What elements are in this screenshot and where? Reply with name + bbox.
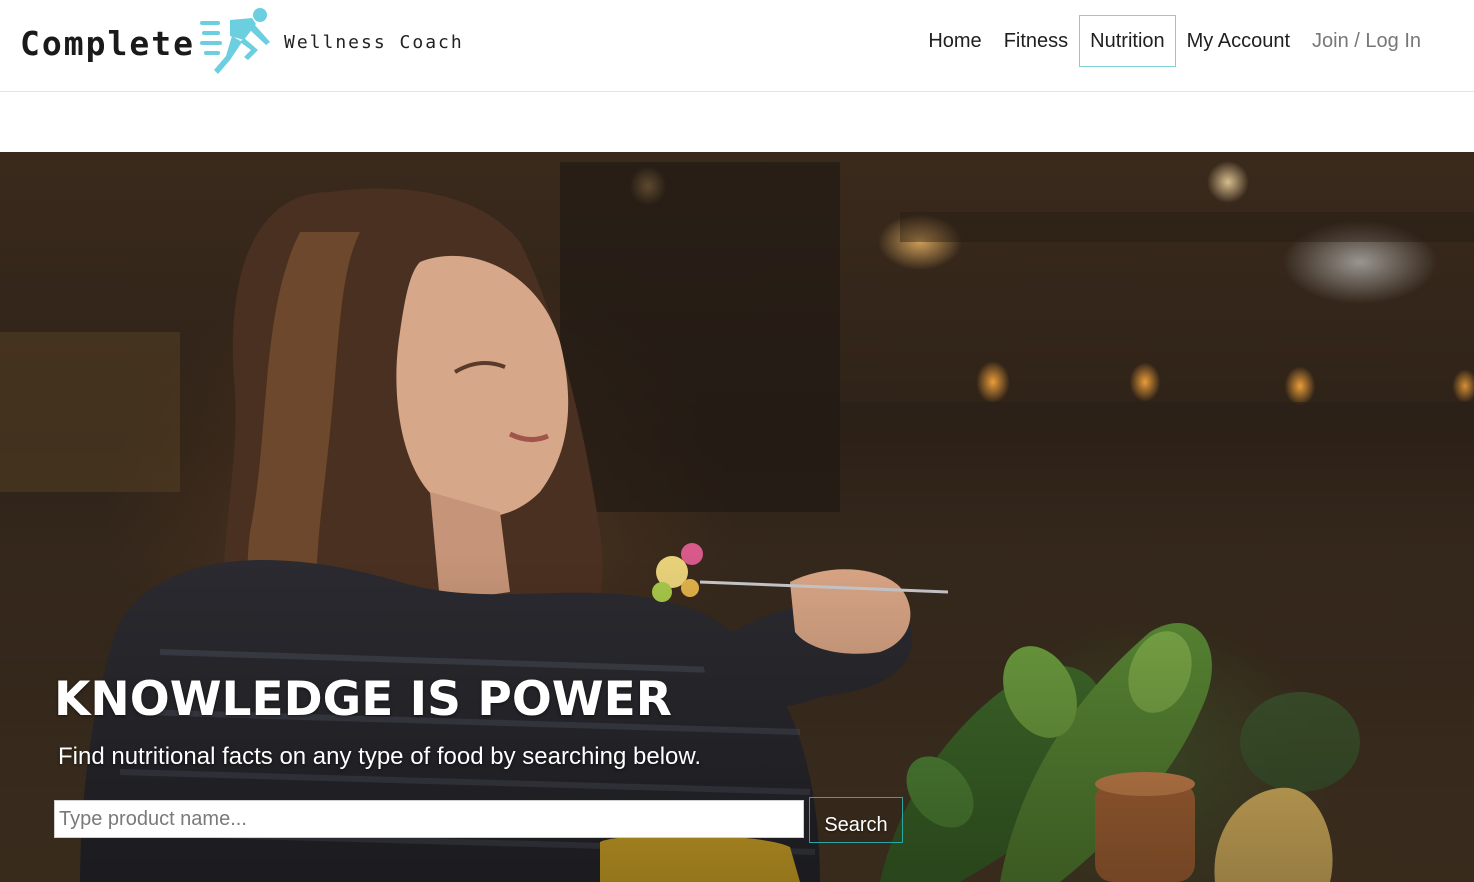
site-logo[interactable]: Complete Wellness Coach	[18, 6, 468, 80]
nav-join-login[interactable]: Join / Log In	[1301, 15, 1432, 67]
site-header: Complete Wellness Coach Home Fitness Nut…	[0, 0, 1474, 92]
nav-nutrition[interactable]: Nutrition	[1079, 15, 1176, 67]
nav-home[interactable]: Home	[917, 15, 992, 67]
running-man-icon	[200, 8, 270, 74]
nav-my-account[interactable]: My Account	[1176, 15, 1301, 67]
logo-main-text: Complete	[20, 24, 195, 63]
hero-banner: KNOWLEDGE IS POWER Find nutritional fact…	[0, 152, 1474, 882]
hero-title: KNOWLEDGE IS POWER	[54, 672, 672, 727]
product-search-input[interactable]	[54, 800, 804, 838]
logo-sub-text: Wellness Coach	[284, 32, 464, 53]
nav-fitness[interactable]: Fitness	[993, 15, 1079, 67]
hero-subtitle: Find nutritional facts on any type of fo…	[58, 743, 702, 770]
search-button[interactable]: Search	[809, 797, 903, 843]
main-nav: Home Fitness Nutrition My Account Join /…	[917, 15, 1432, 67]
